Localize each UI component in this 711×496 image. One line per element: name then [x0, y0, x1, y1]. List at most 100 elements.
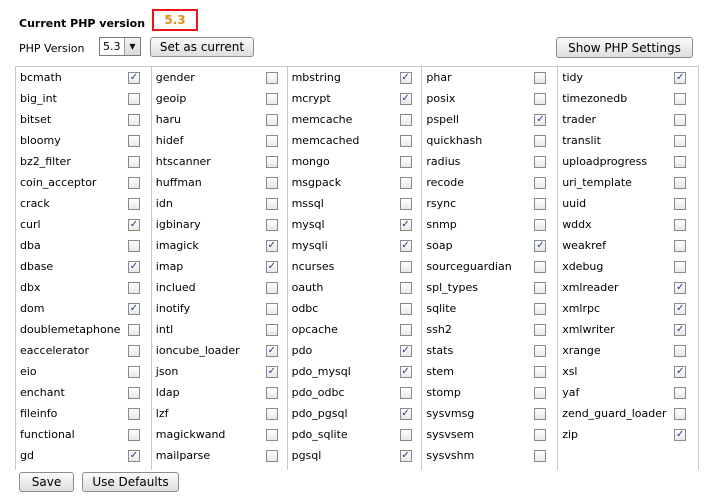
- extension-checkbox[interactable]: ✓: [399, 449, 412, 462]
- extension-checkbox[interactable]: [534, 218, 547, 231]
- extension-checkbox[interactable]: ✓: [128, 449, 140, 462]
- extension-checkbox[interactable]: [128, 239, 140, 252]
- extension-checkbox[interactable]: [265, 155, 278, 168]
- extension-checkbox[interactable]: [265, 197, 278, 210]
- extension-checkbox[interactable]: ✓: [674, 323, 687, 336]
- extension-checkbox[interactable]: [534, 449, 547, 462]
- extension-checkbox[interactable]: [128, 92, 140, 105]
- extension-checkbox[interactable]: ✓: [265, 260, 278, 273]
- extension-checkbox[interactable]: [265, 134, 278, 147]
- extension-checkbox[interactable]: [265, 323, 278, 336]
- extension-checkbox[interactable]: [128, 176, 140, 189]
- extension-checkbox[interactable]: ✓: [534, 113, 547, 126]
- extension-checkbox[interactable]: [534, 302, 547, 315]
- extension-checkbox[interactable]: [674, 134, 687, 147]
- extension-checkbox[interactable]: ✓: [265, 344, 278, 357]
- extension-checkbox[interactable]: [674, 113, 687, 126]
- extension-checkbox[interactable]: [265, 71, 278, 84]
- extension-checkbox[interactable]: ✓: [674, 365, 687, 378]
- extension-checkbox[interactable]: [674, 155, 687, 168]
- extension-checkbox[interactable]: [128, 365, 140, 378]
- extension-checkbox[interactable]: [128, 281, 140, 294]
- extension-checkbox[interactable]: [128, 344, 140, 357]
- extension-checkbox[interactable]: [674, 92, 687, 105]
- extension-checkbox[interactable]: ✓: [399, 92, 412, 105]
- extension-checkbox[interactable]: [128, 155, 140, 168]
- extension-checkbox[interactable]: [399, 428, 412, 441]
- extension-checkbox[interactable]: [399, 260, 412, 273]
- extension-checkbox[interactable]: [534, 407, 547, 420]
- extension-checkbox[interactable]: [265, 113, 278, 126]
- extension-checkbox[interactable]: ✓: [265, 365, 278, 378]
- extension-checkbox[interactable]: [674, 218, 687, 231]
- extension-checkbox[interactable]: [399, 176, 412, 189]
- chevron-down-icon[interactable]: ▼: [124, 38, 140, 55]
- extension-checkbox[interactable]: ✓: [399, 344, 412, 357]
- extension-checkbox[interactable]: [128, 134, 140, 147]
- extension-checkbox[interactable]: ✓: [128, 302, 140, 315]
- extension-checkbox[interactable]: [534, 134, 547, 147]
- php-version-select[interactable]: 5.3 ▼: [99, 37, 141, 56]
- set-as-current-button[interactable]: Set as current: [150, 37, 254, 57]
- show-php-settings-button[interactable]: Show PHP Settings: [556, 37, 693, 58]
- extension-checkbox[interactable]: [399, 155, 412, 168]
- extension-checkbox[interactable]: [534, 281, 547, 294]
- extension-checkbox[interactable]: [534, 323, 547, 336]
- extension-checkbox[interactable]: [265, 92, 278, 105]
- extension-checkbox[interactable]: [534, 197, 547, 210]
- extension-checkbox[interactable]: [534, 155, 547, 168]
- extension-checkbox[interactable]: [674, 386, 687, 399]
- extension-checkbox[interactable]: [534, 176, 547, 189]
- extension-checkbox[interactable]: [128, 323, 140, 336]
- extension-checkbox[interactable]: [674, 197, 687, 210]
- extension-checkbox[interactable]: ✓: [265, 239, 278, 252]
- extension-checkbox[interactable]: [399, 113, 412, 126]
- extension-checkbox[interactable]: [674, 260, 687, 273]
- extension-checkbox[interactable]: [399, 134, 412, 147]
- extension-checkbox[interactable]: ✓: [399, 71, 412, 84]
- extension-checkbox[interactable]: ✓: [534, 239, 547, 252]
- extension-checkbox[interactable]: ✓: [128, 218, 140, 231]
- extension-checkbox[interactable]: [534, 344, 547, 357]
- extension-checkbox[interactable]: [534, 365, 547, 378]
- extension-checkbox[interactable]: ✓: [128, 260, 140, 273]
- extension-checkbox[interactable]: ✓: [674, 428, 687, 441]
- extension-checkbox[interactable]: [534, 92, 547, 105]
- save-button[interactable]: Save: [19, 472, 74, 492]
- extension-checkbox[interactable]: [128, 197, 140, 210]
- extension-checkbox[interactable]: [399, 323, 412, 336]
- extension-checkbox[interactable]: [399, 197, 412, 210]
- extension-checkbox[interactable]: [265, 281, 278, 294]
- extension-checkbox[interactable]: [265, 449, 278, 462]
- extension-checkbox[interactable]: [128, 386, 140, 399]
- extension-checkbox[interactable]: [128, 113, 140, 126]
- extension-checkbox[interactable]: ✓: [399, 365, 412, 378]
- extension-checkbox[interactable]: ✓: [399, 407, 412, 420]
- extension-checkbox[interactable]: [534, 71, 547, 84]
- extension-checkbox[interactable]: [265, 428, 278, 441]
- use-defaults-button[interactable]: Use Defaults: [82, 472, 179, 492]
- extension-checkbox[interactable]: [674, 344, 687, 357]
- extension-checkbox[interactable]: [674, 176, 687, 189]
- extension-checkbox[interactable]: [399, 302, 412, 315]
- extension-checkbox[interactable]: [534, 260, 547, 273]
- extension-checkbox[interactable]: [265, 302, 278, 315]
- extension-checkbox[interactable]: [265, 218, 278, 231]
- extension-checkbox[interactable]: [265, 176, 278, 189]
- extension-checkbox[interactable]: ✓: [674, 281, 687, 294]
- extension-checkbox[interactable]: [674, 239, 687, 252]
- extension-checkbox[interactable]: ✓: [674, 71, 687, 84]
- extension-checkbox[interactable]: [265, 407, 278, 420]
- extension-checkbox[interactable]: [128, 407, 140, 420]
- extension-checkbox[interactable]: [399, 386, 412, 399]
- extension-checkbox[interactable]: [265, 386, 278, 399]
- extension-checkbox[interactable]: [674, 407, 687, 420]
- extension-checkbox[interactable]: ✓: [399, 239, 412, 252]
- extension-checkbox[interactable]: [399, 281, 412, 294]
- extension-checkbox[interactable]: ✓: [399, 218, 412, 231]
- extension-checkbox[interactable]: [534, 386, 547, 399]
- extension-checkbox[interactable]: ✓: [128, 71, 140, 84]
- extension-checkbox[interactable]: [128, 428, 140, 441]
- extension-checkbox[interactable]: [534, 428, 547, 441]
- extension-checkbox[interactable]: ✓: [674, 302, 687, 315]
